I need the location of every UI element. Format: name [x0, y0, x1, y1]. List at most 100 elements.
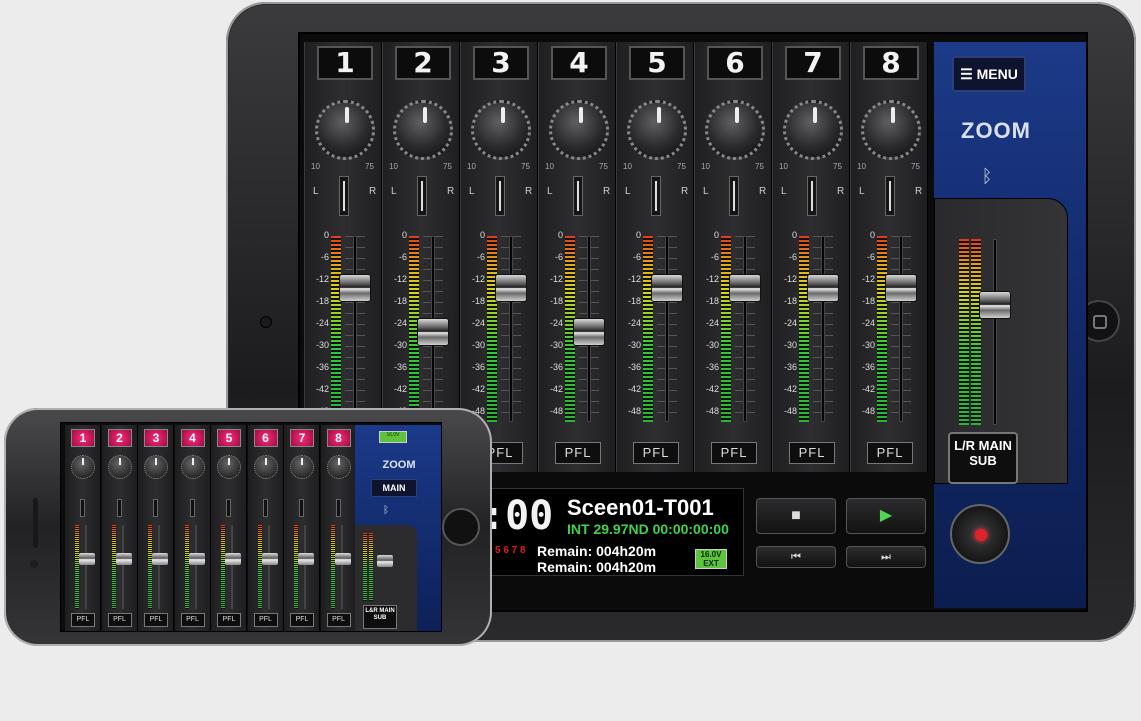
phone-channel-fader[interactable] — [334, 553, 351, 565]
phone-channel-fader[interactable] — [152, 553, 168, 565]
phone-channel-fader[interactable] — [115, 553, 132, 565]
record-button[interactable] — [950, 504, 1010, 564]
pan-slider[interactable] — [417, 176, 427, 216]
phone-pfl-button[interactable]: PFL — [144, 613, 168, 627]
pfl-button[interactable]: PFL — [867, 442, 913, 464]
phone-pan-slider[interactable] — [153, 499, 158, 517]
channel-fader[interactable] — [417, 318, 449, 346]
phone-pan-slider[interactable] — [226, 499, 231, 517]
iphone-speaker — [33, 498, 38, 548]
pfl-button[interactable]: PFL — [789, 442, 835, 464]
channel-fader[interactable] — [885, 274, 917, 302]
channel-number[interactable]: 2 — [395, 46, 451, 80]
phone-gain-knob[interactable] — [144, 455, 168, 479]
gain-knob[interactable] — [861, 100, 921, 160]
stop-button[interactable]: ■ — [756, 498, 836, 534]
phone-gain-knob[interactable] — [253, 455, 278, 479]
phone-gain-knob[interactable] — [107, 455, 132, 479]
channel-number[interactable]: 4 — [551, 46, 607, 80]
phone-pan-slider[interactable] — [335, 499, 341, 517]
phone-pfl-button[interactable]: PFL — [180, 613, 205, 627]
channel-fader[interactable] — [651, 274, 683, 302]
battery-indicator: 16.0V EXT — [695, 549, 727, 569]
phone-gain-knob[interactable] — [71, 455, 95, 479]
menu-button[interactable]: ☰ MENU — [952, 56, 1026, 92]
phone-channel-number[interactable]: 3 — [144, 429, 168, 447]
phone-level-meter — [184, 525, 189, 609]
phone-gain-knob[interactable] — [326, 455, 351, 479]
gain-knob[interactable] — [783, 100, 843, 160]
gain-knob[interactable] — [627, 100, 687, 160]
channel-number[interactable]: 8 — [863, 46, 919, 80]
channel-number[interactable]: 6 — [707, 46, 763, 80]
phone-channel-number[interactable]: 2 — [107, 429, 132, 447]
phone-channel-number[interactable]: 8 — [326, 429, 351, 447]
pan-slider[interactable] — [573, 176, 583, 216]
phone-pfl-button[interactable]: PFL — [217, 613, 241, 627]
channel-fader[interactable] — [573, 318, 605, 346]
phone-gain-knob[interactable] — [217, 455, 241, 479]
pan-slider[interactable] — [651, 176, 661, 216]
phone-channel-number[interactable]: 6 — [253, 429, 278, 447]
phone-channel-fader[interactable] — [79, 553, 95, 565]
phone-master-meter-l — [363, 533, 367, 601]
phone-pfl-button[interactable]: PFL — [71, 613, 95, 627]
db-scale-label: -36 — [627, 362, 641, 372]
master-fader[interactable] — [979, 291, 1011, 319]
phone-pan-slider[interactable] — [116, 499, 122, 517]
phone-channel-number[interactable]: 4 — [180, 429, 205, 447]
pan-slider[interactable] — [807, 176, 817, 216]
iphone-home-button[interactable] — [442, 508, 480, 546]
channel-fader[interactable] — [495, 274, 527, 302]
phone-pan-slider[interactable] — [299, 499, 304, 517]
phone-fader-track — [85, 525, 87, 609]
channel-fader[interactable] — [339, 274, 371, 302]
phone-channel-fader[interactable] — [261, 553, 278, 565]
channel-fader[interactable] — [807, 274, 839, 302]
gain-knob[interactable] — [549, 100, 609, 160]
phone-fader-track — [340, 525, 343, 609]
phone-pan-slider[interactable] — [262, 499, 268, 517]
pan-slider[interactable] — [885, 176, 895, 216]
channel-fader[interactable] — [729, 274, 761, 302]
phone-channel-number[interactable]: 7 — [290, 429, 314, 447]
pan-slider[interactable] — [495, 176, 505, 216]
gain-knob[interactable] — [705, 100, 765, 160]
phone-pfl-button[interactable]: PFL — [326, 613, 351, 627]
channel-number[interactable]: 3 — [473, 46, 529, 80]
pan-slider[interactable] — [339, 176, 349, 216]
phone-pfl-button[interactable]: PFL — [253, 613, 278, 627]
phone-channel-fader[interactable] — [188, 553, 205, 565]
db-scale-label: -6 — [632, 252, 641, 262]
phone-channel-strip: 7 PFL — [284, 425, 320, 631]
phone-pan-slider[interactable] — [80, 499, 85, 517]
fast-forward-button[interactable]: ⏭ — [846, 546, 926, 568]
pan-slider[interactable] — [729, 176, 739, 216]
gain-knob[interactable] — [315, 100, 375, 160]
phone-gain-knob[interactable] — [180, 455, 205, 479]
phone-channel-fader[interactable] — [298, 553, 314, 565]
phone-pan-slider[interactable] — [189, 499, 195, 517]
phone-pfl-button[interactable]: PFL — [290, 613, 314, 627]
pfl-button[interactable]: PFL — [711, 442, 757, 464]
phone-channel-number[interactable]: 1 — [71, 429, 95, 447]
channel-number[interactable]: 5 — [629, 46, 685, 80]
phone-channel-fader[interactable] — [225, 553, 241, 565]
phone-gain-knob[interactable] — [290, 455, 314, 479]
channel-number[interactable]: 1 — [317, 46, 373, 80]
phone-fader-track — [158, 525, 160, 609]
phone-master-fader[interactable] — [377, 555, 393, 567]
gain-knob[interactable] — [471, 100, 531, 160]
channel-number[interactable]: 7 — [785, 46, 841, 80]
phone-main-button[interactable]: MAIN — [371, 479, 417, 497]
master-bus-button[interactable]: L/R MAIN SUB — [948, 432, 1018, 484]
phone-master-bus-button[interactable]: L&R MAIN SUB — [363, 605, 397, 629]
play-button[interactable]: ▶ — [846, 498, 926, 534]
remain-2: Remain: 004h20m — [537, 559, 657, 575]
pfl-button[interactable]: PFL — [555, 442, 601, 464]
rewind-button[interactable]: ⏮ — [756, 546, 836, 568]
phone-pfl-button[interactable]: PFL — [107, 613, 132, 627]
gain-knob[interactable] — [393, 100, 453, 160]
pfl-button[interactable]: PFL — [633, 442, 679, 464]
phone-channel-number[interactable]: 5 — [217, 429, 241, 447]
